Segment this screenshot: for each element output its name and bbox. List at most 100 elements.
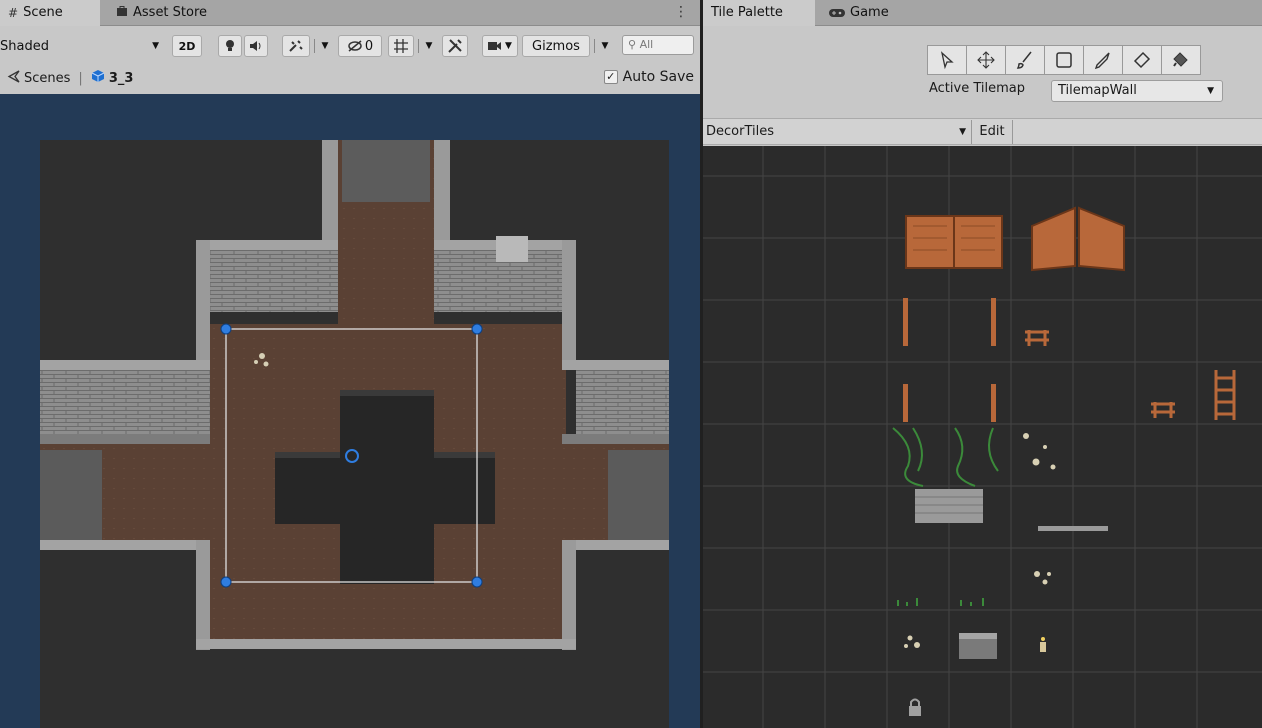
grid-snap-icon <box>394 39 408 53</box>
wall-plaque <box>496 236 528 262</box>
eraser-tool-button[interactable] <box>1122 45 1162 75</box>
camera-button[interactable]: ▼ <box>482 35 518 57</box>
breadcrumb-scenes[interactable]: Scenes <box>24 71 70 86</box>
breadcrumb-current-scene[interactable]: 3_3 <box>109 71 134 86</box>
small-fence-tile[interactable] <box>1025 330 1049 346</box>
fill-icon <box>1173 52 1188 67</box>
draw-mode-label: Shaded <box>0 38 49 54</box>
candle-tile[interactable] <box>1040 637 1046 652</box>
open-double-door-tile[interactable] <box>1031 206 1125 272</box>
gamepad-icon <box>829 9 845 17</box>
closed-double-door-tile[interactable] <box>905 215 1003 269</box>
vine-tile[interactable] <box>892 427 999 487</box>
active-tilemap-value: TilemapWall <box>1058 83 1137 98</box>
resize-handle-top-left[interactable] <box>220 323 232 335</box>
picker-icon <box>1094 52 1110 70</box>
resize-handle-bottom-left[interactable] <box>220 576 232 588</box>
wrench-icon <box>448 39 462 53</box>
select-tool-button[interactable] <box>927 45 967 75</box>
picker-tool-button[interactable] <box>1083 45 1123 75</box>
grass-tile[interactable] <box>897 598 984 606</box>
resize-handle-bottom-right[interactable] <box>471 576 483 588</box>
box-fill-icon <box>1056 52 1072 68</box>
select-icon <box>940 51 954 70</box>
resize-handle-top-right[interactable] <box>471 323 483 335</box>
search-placeholder: All <box>639 38 654 51</box>
scene-toolbar: Shaded ▼ 2D ▼ 0 ▼ ▼ Gizmos ▼ <box>0 33 700 59</box>
breadcrumb-separator: | <box>78 70 83 86</box>
fence-post-tile[interactable] <box>991 384 996 422</box>
search-input[interactable]: ⚲ All <box>622 35 694 55</box>
brush-icon <box>1016 51 1032 69</box>
effects-dropdown-icon[interactable]: ▼ <box>318 33 332 59</box>
tile-palette-window: Tile Palette Game Active Tilemap Tilemap… <box>700 0 1262 728</box>
small-fence-tile[interactable] <box>1151 402 1175 418</box>
auto-save-toggle[interactable]: ✓ Auto Save <box>603 69 694 85</box>
box-fill-tool-button[interactable] <box>1044 45 1084 75</box>
scenes-back-icon[interactable] <box>7 69 20 87</box>
camera-icon <box>488 42 502 50</box>
palette-dropdown[interactable]: DecorTiles ▼ <box>706 122 970 142</box>
search-icon: ⚲ <box>628 38 637 51</box>
rubble-tile[interactable] <box>904 635 920 649</box>
brush-tool-button[interactable] <box>1005 45 1045 75</box>
lighting-toggle-button[interactable] <box>218 35 242 57</box>
tab-tile-palette[interactable]: Tile Palette <box>703 0 815 26</box>
shopping-bag-icon <box>116 0 128 26</box>
padlock-tile[interactable] <box>909 698 921 717</box>
hidden-count: 0 <box>364 38 374 54</box>
effects-icon <box>289 40 303 52</box>
tools-button[interactable] <box>442 35 468 57</box>
active-tilemap-label: Active Tilemap <box>929 81 1025 96</box>
move-icon <box>977 51 995 69</box>
tab-asset-store[interactable]: Asset Store <box>108 0 215 26</box>
tab-game[interactable]: Game <box>821 0 897 26</box>
scene-view[interactable] <box>0 94 700 728</box>
gizmos-dropdown-icon[interactable]: ▼ <box>598 33 612 59</box>
stone-ledge-tile[interactable] <box>1038 526 1108 531</box>
rubble-tile[interactable] <box>1023 433 1056 470</box>
camera-dropdown-icon: ▼ <box>505 41 512 51</box>
grid-snap-button[interactable] <box>388 35 414 57</box>
palette-bar: DecorTiles ▼ Edit <box>703 118 1262 145</box>
chest-tile[interactable] <box>959 633 997 659</box>
auto-save-checkbox[interactable]: ✓ <box>603 70 618 84</box>
fence-post-tile[interactable] <box>903 298 908 346</box>
hidden-objects-button[interactable]: 0 <box>338 35 382 57</box>
draw-mode-dropdown[interactable]: Shaded ▼ <box>0 33 165 59</box>
palette-name: DecorTiles <box>706 124 774 139</box>
lightbulb-icon <box>226 40 234 51</box>
speaker-icon <box>250 41 261 51</box>
grid-dropdown-icon[interactable]: ▼ <box>422 33 436 59</box>
eraser-icon <box>1133 51 1151 69</box>
fence-post-tile[interactable] <box>991 298 996 346</box>
effects-toggle-button[interactable] <box>282 35 310 57</box>
grid-hash-icon: # <box>8 6 19 20</box>
eye-slash-icon <box>348 40 362 52</box>
more-options-icon[interactable]: ⋮ <box>674 4 688 20</box>
chevron-down-icon: ▼ <box>152 41 159 51</box>
tab-scene[interactable]: # Scene <box>0 0 100 26</box>
ladder-tile[interactable] <box>1214 370 1236 420</box>
2d-toggle-button[interactable]: 2D <box>172 35 202 57</box>
palette-tabbar: Tile Palette Game <box>703 0 1262 26</box>
fence-post-tile[interactable] <box>903 384 908 422</box>
rubble-tile[interactable] <box>1034 571 1051 585</box>
active-tilemap-dropdown[interactable]: TilemapWall ▼ <box>1051 80 1223 102</box>
move-tool-button[interactable] <box>966 45 1006 75</box>
north-slab <box>342 140 430 202</box>
unity-cube-icon <box>91 69 105 87</box>
west-slab <box>40 450 102 540</box>
audio-toggle-button[interactable] <box>244 35 268 57</box>
east-slab <box>608 450 669 540</box>
tab-tile-palette-label: Tile Palette <box>711 5 783 20</box>
stone-stairs-tile[interactable] <box>915 489 983 523</box>
breadcrumb: Scenes | 3_3 <box>0 65 700 91</box>
gizmos-button[interactable]: Gizmos <box>522 35 590 57</box>
palette-tiles-canvas[interactable] <box>703 146 1262 728</box>
scene-canvas[interactable] <box>0 94 700 728</box>
scene-tabbar: # Scene Asset Store ⋮ <box>0 0 700 26</box>
palette-grid[interactable] <box>703 146 1262 728</box>
fill-tool-button[interactable] <box>1161 45 1201 75</box>
edit-palette-button[interactable]: Edit <box>971 120 1013 144</box>
